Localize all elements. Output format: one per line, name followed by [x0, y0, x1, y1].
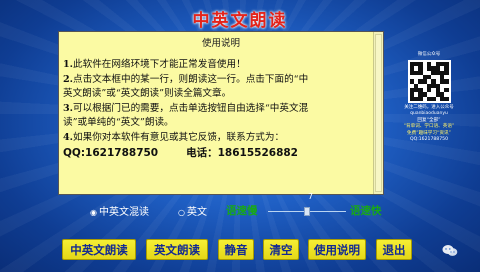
speed-slider-thumb[interactable] — [304, 207, 310, 216]
help-scrollbar-thumb[interactable] — [375, 34, 382, 192]
help-line[interactable]: 2.点击文本框中的某一行，则朗读这一行。点击下面的“中 — [63, 73, 369, 88]
help-line[interactable]: 1.此软件在网络环境下才能正常发音使用！ — [63, 58, 369, 73]
qr-caption-line: quanbiaoduanyu — [410, 111, 448, 116]
mute-button[interactable]: 静音 — [218, 239, 254, 260]
qr-promo: 回复“全部” “背单词、学口语、英语” 免费”趣味学习“资讯” QQ:16217… — [390, 118, 468, 144]
help-scrollbar[interactable] — [373, 32, 383, 194]
contact-phone: 电话：18615526882 — [186, 146, 298, 159]
contact-line[interactable]: QQ:1621788750 电话：18615526882 — [63, 146, 369, 161]
help-line[interactable]: 4.如果你对本软件有意见或其它反馈，联系方式为： — [63, 131, 369, 146]
help-line[interactable]: 3.可以根据门已的需要，点击单选按钮自由选择“中英文混 — [63, 102, 369, 117]
speed-value: 7 — [308, 192, 314, 201]
speed-fast-label: 语速快 — [350, 205, 382, 217]
contact-qq: QQ:1621788750 — [63, 146, 159, 159]
wechat-icon — [442, 245, 458, 256]
help-line[interactable]: 英文朗读”或“英文朗读”则读全篇文章。 — [63, 87, 369, 102]
help-line[interactable]: 读”或单纯的“英文”朗读。 — [63, 116, 369, 131]
help-text-area[interactable]: 使用说明 1.此软件在网络环境下才能正常发音使用！ 2.点击文本框中的某一行，则… — [58, 31, 384, 195]
radio-english[interactable]: ○ 英文 — [178, 203, 207, 218]
qr-code-image — [407, 60, 451, 103]
help-body: 1.此软件在网络环境下才能正常发音使用！ 2.点击文本框中的某一行，则朗读这一行… — [63, 58, 369, 160]
help-title: 使用说明 — [201, 38, 240, 49]
qr-panel: 微信公众号 关注二维码，进入公众号 quanbiaoduanyu 回复“全部” … — [390, 52, 468, 144]
promo-line: QQ:1621788750 — [409, 137, 448, 143]
radio-unchecked-icon: ○ — [178, 208, 185, 217]
instructions-button[interactable]: 使用说明 — [308, 239, 366, 260]
qr-caption-line: 微信公众号 — [417, 52, 441, 57]
options-bar: ◉ 中英文混读 ○ 英文 语速慢 7 语速快 — [90, 192, 460, 219]
speed-slow-label: 语速慢 — [226, 205, 258, 217]
radio-mixed[interactable]: ◉ 中英文混读 — [90, 203, 149, 218]
clear-button[interactable]: 清空 — [263, 239, 299, 260]
app-title: 中英文朗读 — [192, 11, 288, 31]
exit-button[interactable]: 退出 — [376, 239, 412, 260]
read-mixed-button[interactable]: 中英文朗读 — [62, 239, 136, 260]
radio-checked-icon: ◉ — [90, 208, 97, 217]
read-english-button[interactable]: 英文朗读 — [146, 239, 208, 260]
